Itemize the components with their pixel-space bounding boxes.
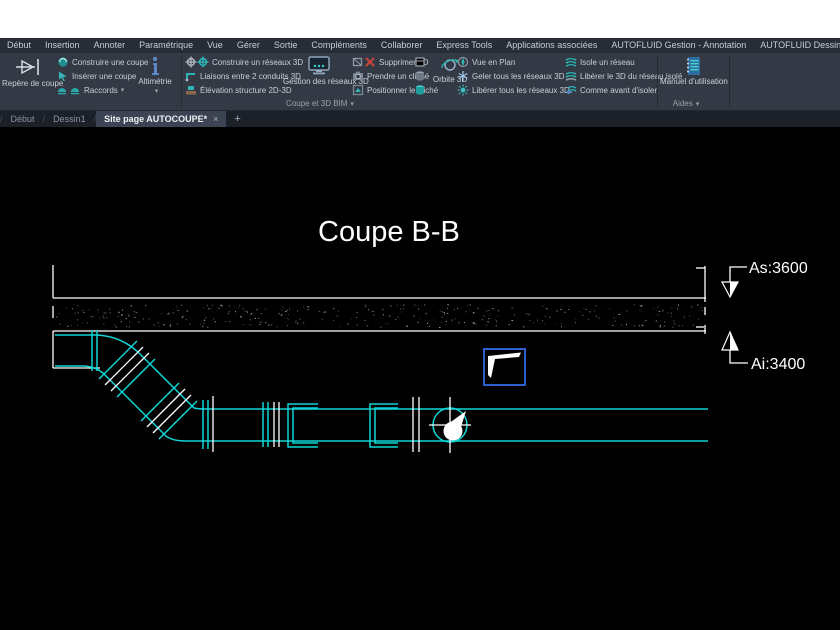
panel-label-coupe-3d-bim-text: Coupe et 3D BIM [286,99,347,108]
fitting2-icon [69,84,81,96]
altimetrie-dropdown-icon: ▾ [155,88,159,95]
gestion-des-reseaux-3d-label: Gestion des réseaux 3D [283,77,355,86]
close-tab-icon[interactable]: × [213,114,218,124]
cylinder-teal-icon [414,84,426,96]
visual-style-column [414,55,426,97]
panel-label-aides-text: Aides [673,99,693,108]
layers-restore-icon [565,84,577,96]
file-tab-site-page-autocoupe[interactable]: Site page AUTOCOUPE* × [96,111,226,127]
style-box-button[interactable] [414,55,426,69]
menu-debut[interactable]: Début [0,38,38,53]
geler-tous-les-reseaux-label: Geler tous les réseaux 3D [472,72,565,81]
new-tab-button[interactable]: + [226,113,248,125]
menu-bar: Début Insertion Annoter Paramétrique Vue… [0,38,840,53]
camera-icon [352,70,364,82]
gear-icon [185,56,197,68]
isole-un-reseau-label: Isole un réseau [580,58,635,67]
layers-icon [565,56,577,68]
manuel-d-utilisation-label: Manuel d'utilisation [660,77,726,86]
panel-dropdown-icon: ▾ [350,101,354,108]
place-snapshot-icon [352,84,364,96]
menu-vue[interactable]: Vue [200,38,230,53]
vue-column: Vue en Plan Geler tous les réseaux 3D Li… [457,55,570,97]
section-drawing: Coupe B-B [0,127,840,630]
dim-label-upper: As:3600 [749,260,808,277]
file-tab-site-page-autocoupe-label: Site page AUTOCOUPE* [104,114,207,124]
gear-teal-icon [197,56,209,68]
level-markers [722,282,738,350]
repere-de-coupe-button[interactable]: Repère de coupe [2,54,56,108]
duct-outline [55,330,708,449]
red-x-icon [364,56,376,68]
panel-dropdown-icon: ▾ [696,101,700,108]
drawing-title: Coupe B-B [318,216,460,248]
altimetrie-label: Altimétrie [131,77,179,86]
repere-de-coupe-label: Repère de coupe [2,79,56,88]
layers-unlock-icon [565,70,577,82]
slab-lines [53,265,748,368]
section-cut-marker-icon [14,56,44,78]
plan-view-icon [457,56,469,68]
liberer-tous-les-reseaux-button[interactable]: Libérer tous les réseaux 3D [457,83,570,97]
menu-parametrique[interactable]: Paramétrique [132,38,200,53]
ribbon-separator [729,56,730,107]
menu-complements[interactable]: Compléments [304,38,374,53]
ribbon: Repère de coupe Construire une coupe Ins… [0,53,840,111]
menu-collaborer[interactable]: Collaborer [374,38,430,53]
vue-en-plan-label: Vue en Plan [472,58,515,67]
raccords-label: Raccords [84,86,118,95]
file-tab-dessin1[interactable]: Dessin1 [45,111,94,127]
menu-autofluid-dessin[interactable]: AUTOFLUID Dessin [753,38,840,53]
menu-autofluid-gestion[interactable]: AUTOFLUID Gestion - Annotation [604,38,753,53]
liberer-tous-les-reseaux-label: Libérer tous les réseaux 3D [472,86,570,95]
menu-annoter[interactable]: Annoter [87,38,133,53]
vue-en-plan-button[interactable]: Vue en Plan [457,55,570,69]
menu-express-tools[interactable]: Express Tools [429,38,499,53]
altimetrie-button[interactable]: Altimétrie ▾ [131,54,179,108]
file-tab-bar: / Début / Dessin1 / Site page AUTOCOUPE*… [0,111,840,127]
fitting-icon [57,84,69,96]
style-cylinder-teal-button[interactable] [414,83,426,97]
dim-label-lower: Ai:3400 [751,356,805,373]
duct-link-icon [185,70,197,82]
spiral-notebook-icon [684,56,702,76]
file-tab-debut[interactable]: Début [3,111,43,127]
ribbon-separator [181,56,182,107]
concrete-hatch [56,304,702,328]
panel-label-coupe-3d-bim[interactable]: Coupe et 3D BIM▾ [250,98,390,109]
cliche-selection-box[interactable] [484,349,525,385]
drawing-canvas[interactable]: Coupe B-B [0,127,840,630]
menu-gerer[interactable]: Gérer [230,38,267,53]
object-3d-icon [352,56,364,68]
cliche-thumbnail-shape [488,353,521,379]
menu-insertion[interactable]: Insertion [38,38,87,53]
build-section-icon [57,56,69,68]
geler-tous-les-reseaux-button[interactable]: Geler tous les réseaux 3D [457,69,570,83]
snowflake-icon [457,70,469,82]
insert-section-icon [57,70,69,82]
menu-applications-associees[interactable]: Applications associées [499,38,604,53]
structure-elevation-icon [185,84,197,96]
style-cylinder-button[interactable] [414,69,426,83]
inserer-une-coupe-label: Insérer une coupe [72,72,137,81]
panel-label-aides[interactable]: Aides▾ [650,98,722,109]
sun-icon [457,84,469,96]
cylinder-icon [414,70,426,82]
app-window: Début Insertion Annoter Paramétrique Vue… [0,0,840,630]
top-margin [0,0,840,38]
comme-avant-d-isoler-label: Comme avant d'isoler [580,86,657,95]
altitude-info-icon [146,56,164,76]
box-3d-icon [414,56,426,68]
raccords-dropdown-icon: ▾ [121,86,125,94]
menu-sortie[interactable]: Sortie [267,38,305,53]
network-monitor-icon [306,56,332,76]
elevation-structure-label: Élévation structure 2D-3D [200,86,292,95]
